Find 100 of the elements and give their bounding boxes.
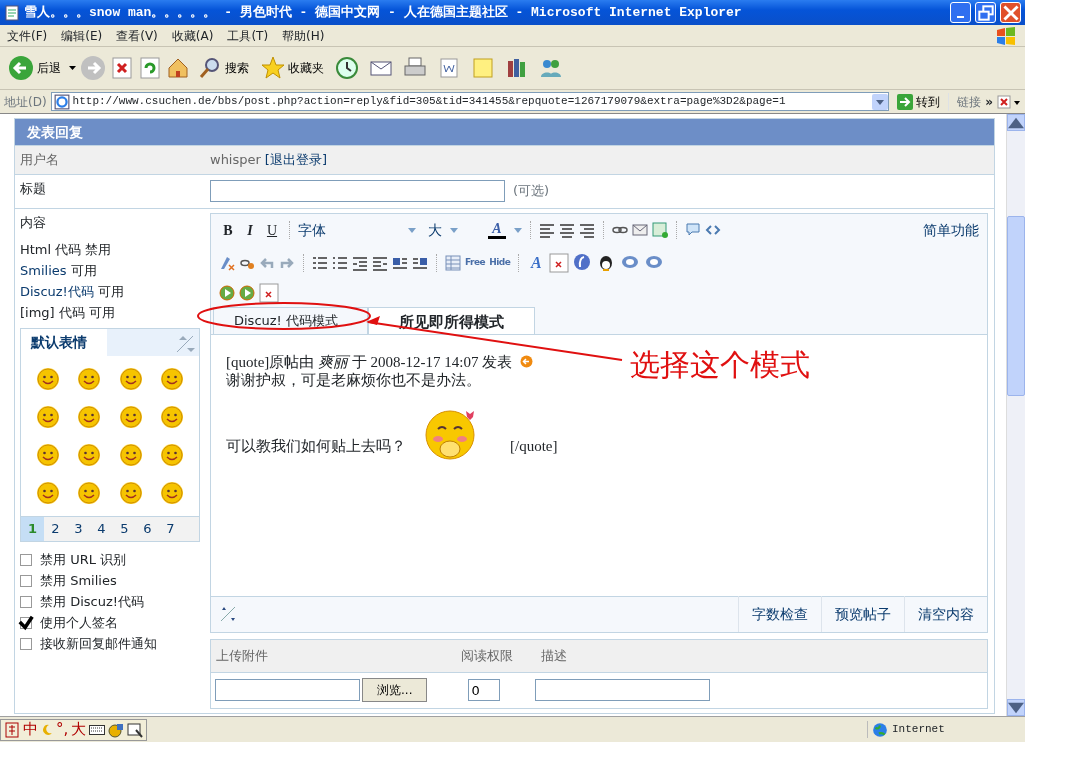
float-right-icon[interactable] [412, 255, 428, 271]
smiley-icon[interactable] [119, 444, 142, 466]
ime-button[interactable]: °, [56, 718, 69, 741]
ime-button[interactable]: 中 [23, 718, 38, 741]
smiley-icon[interactable] [161, 482, 184, 504]
smiley-icon[interactable] [119, 406, 142, 428]
smiley-icon[interactable] [78, 368, 101, 390]
dropdown-arrow-icon[interactable] [69, 66, 76, 70]
home-icon[interactable] [166, 56, 190, 80]
page-link[interactable]: 3 [67, 517, 90, 541]
float-left-icon[interactable] [392, 255, 408, 271]
font-color-button[interactable]: A [488, 221, 522, 239]
permission-text: Html 代码 禁用 [20, 241, 113, 259]
smiley-icon[interactable] [161, 406, 184, 428]
page-link[interactable]: 4 [90, 517, 113, 541]
speech-bubble-icon[interactable] [685, 222, 701, 238]
align-center-icon[interactable] [559, 222, 575, 238]
search-button[interactable]: 搜索 [194, 54, 253, 82]
ime-tools-icon[interactable] [108, 721, 125, 738]
smiley-icon[interactable] [161, 444, 184, 466]
scroll-up-button[interactable] [1007, 114, 1025, 131]
page-link[interactable]: 2 [44, 517, 67, 541]
format-button[interactable]: U [263, 219, 281, 241]
checkbox[interactable] [20, 638, 32, 650]
mode-tab[interactable]: Discuz! 代码模式 [213, 306, 368, 334]
smiley-icon[interactable] [78, 406, 101, 428]
outdent-icon[interactable] [352, 255, 368, 271]
back-button[interactable]: 后退 [4, 53, 65, 83]
stop-icon[interactable] [110, 56, 134, 80]
tag-button[interactable]: Free [465, 256, 486, 270]
size-dropdown[interactable]: 大 [428, 219, 476, 241]
media-player-icon[interactable] [219, 284, 235, 301]
menu-item[interactable]: 编辑(E) [54, 26, 110, 45]
browse-button[interactable]: 浏览... [362, 678, 428, 702]
footer-button[interactable]: 预览帖子 [821, 596, 904, 632]
history-icon[interactable] [335, 56, 359, 80]
envelope-icon[interactable] [632, 222, 648, 238]
smiley-icon[interactable] [36, 444, 59, 466]
restore-button[interactable] [975, 2, 996, 23]
image-icon[interactable] [652, 222, 668, 238]
subject-field[interactable] [210, 180, 505, 202]
checkbox[interactable] [20, 554, 32, 566]
smiley-icon[interactable] [119, 368, 142, 390]
menu-item[interactable]: 帮助(H) [275, 26, 332, 45]
smiley-icon[interactable] [78, 444, 101, 466]
close-button[interactable] [1000, 2, 1021, 23]
scroll-thumb[interactable] [1007, 216, 1025, 396]
form-heading: 发表回复 [15, 119, 994, 145]
menu-item[interactable]: 查看(V) [109, 26, 165, 45]
keyboard-icon[interactable] [89, 724, 106, 735]
footer-button[interactable]: 字数检查 [738, 596, 821, 632]
font-dropdown[interactable]: 字体 [298, 219, 416, 241]
menu-item[interactable]: 文件(F) [0, 26, 55, 45]
bullet-list-icon[interactable] [332, 255, 348, 271]
description-field[interactable] [535, 679, 711, 701]
minimize-button[interactable] [950, 2, 971, 23]
eraser-icon[interactable] [219, 255, 235, 271]
checkbox[interactable] [20, 617, 32, 629]
smiley-icon[interactable] [36, 406, 59, 428]
document-icon[interactable] [437, 56, 461, 80]
resize-icon[interactable] [219, 605, 237, 623]
align-right-icon[interactable] [579, 222, 595, 238]
address-field[interactable]: http://www.csuchen.de/bbs/post.php?action=reply&fid=305&tid=341455&repquote=1267179079&extra=page%3D2&page=1 [50, 92, 890, 111]
indent-icon[interactable] [372, 255, 388, 271]
smiley-icon[interactable] [161, 368, 184, 390]
media-player-icon[interactable] [239, 284, 255, 301]
smiley-icon[interactable] [36, 482, 59, 504]
go-button[interactable]: 转到 [893, 90, 945, 113]
page-link[interactable]: 6 [136, 517, 159, 541]
smiley-icon[interactable] [78, 482, 101, 504]
file-field[interactable] [215, 679, 360, 701]
tag-button[interactable]: Hide [489, 256, 511, 270]
checkbox[interactable] [20, 596, 32, 608]
page-link[interactable]: 5 [113, 517, 136, 541]
smilies-tab[interactable]: 默认表情 [21, 329, 107, 356]
toggle-arrows-icon[interactable] [175, 333, 195, 354]
text-effect-button[interactable]: A [527, 251, 546, 275]
favorites-button[interactable]: 收藏夹 [257, 54, 328, 82]
menu-item[interactable]: 收藏(A) [164, 26, 221, 45]
align-left-icon[interactable] [539, 222, 555, 238]
broken-image-icon[interactable] [549, 253, 570, 273]
smiley-icon[interactable] [36, 368, 59, 390]
tool-icon[interactable] [997, 93, 1021, 110]
numbered-list-icon[interactable] [312, 255, 328, 271]
simple-mode-link[interactable]: 简单功能 [923, 219, 979, 241]
checkbox[interactable] [20, 575, 32, 587]
ime-help-icon[interactable] [127, 721, 144, 738]
format-button[interactable]: B [219, 219, 237, 241]
refresh-icon[interactable] [138, 56, 162, 80]
scroll-down-button[interactable] [1007, 699, 1025, 716]
ime-button[interactable]: 大 [71, 718, 87, 741]
smiley-icon[interactable] [119, 482, 142, 504]
logout-link[interactable]: [退出登录] [264, 150, 327, 170]
format-button[interactable]: I [241, 219, 259, 241]
more-links-button[interactable]: » [985, 92, 993, 111]
broken-image-icon[interactable] [259, 282, 279, 303]
permission-field[interactable]: 0 [468, 679, 501, 701]
menu-item[interactable]: 工具(T) [220, 26, 276, 45]
footer-button[interactable]: 清空内容 [904, 596, 987, 632]
page-link[interactable]: 7 [159, 517, 182, 541]
